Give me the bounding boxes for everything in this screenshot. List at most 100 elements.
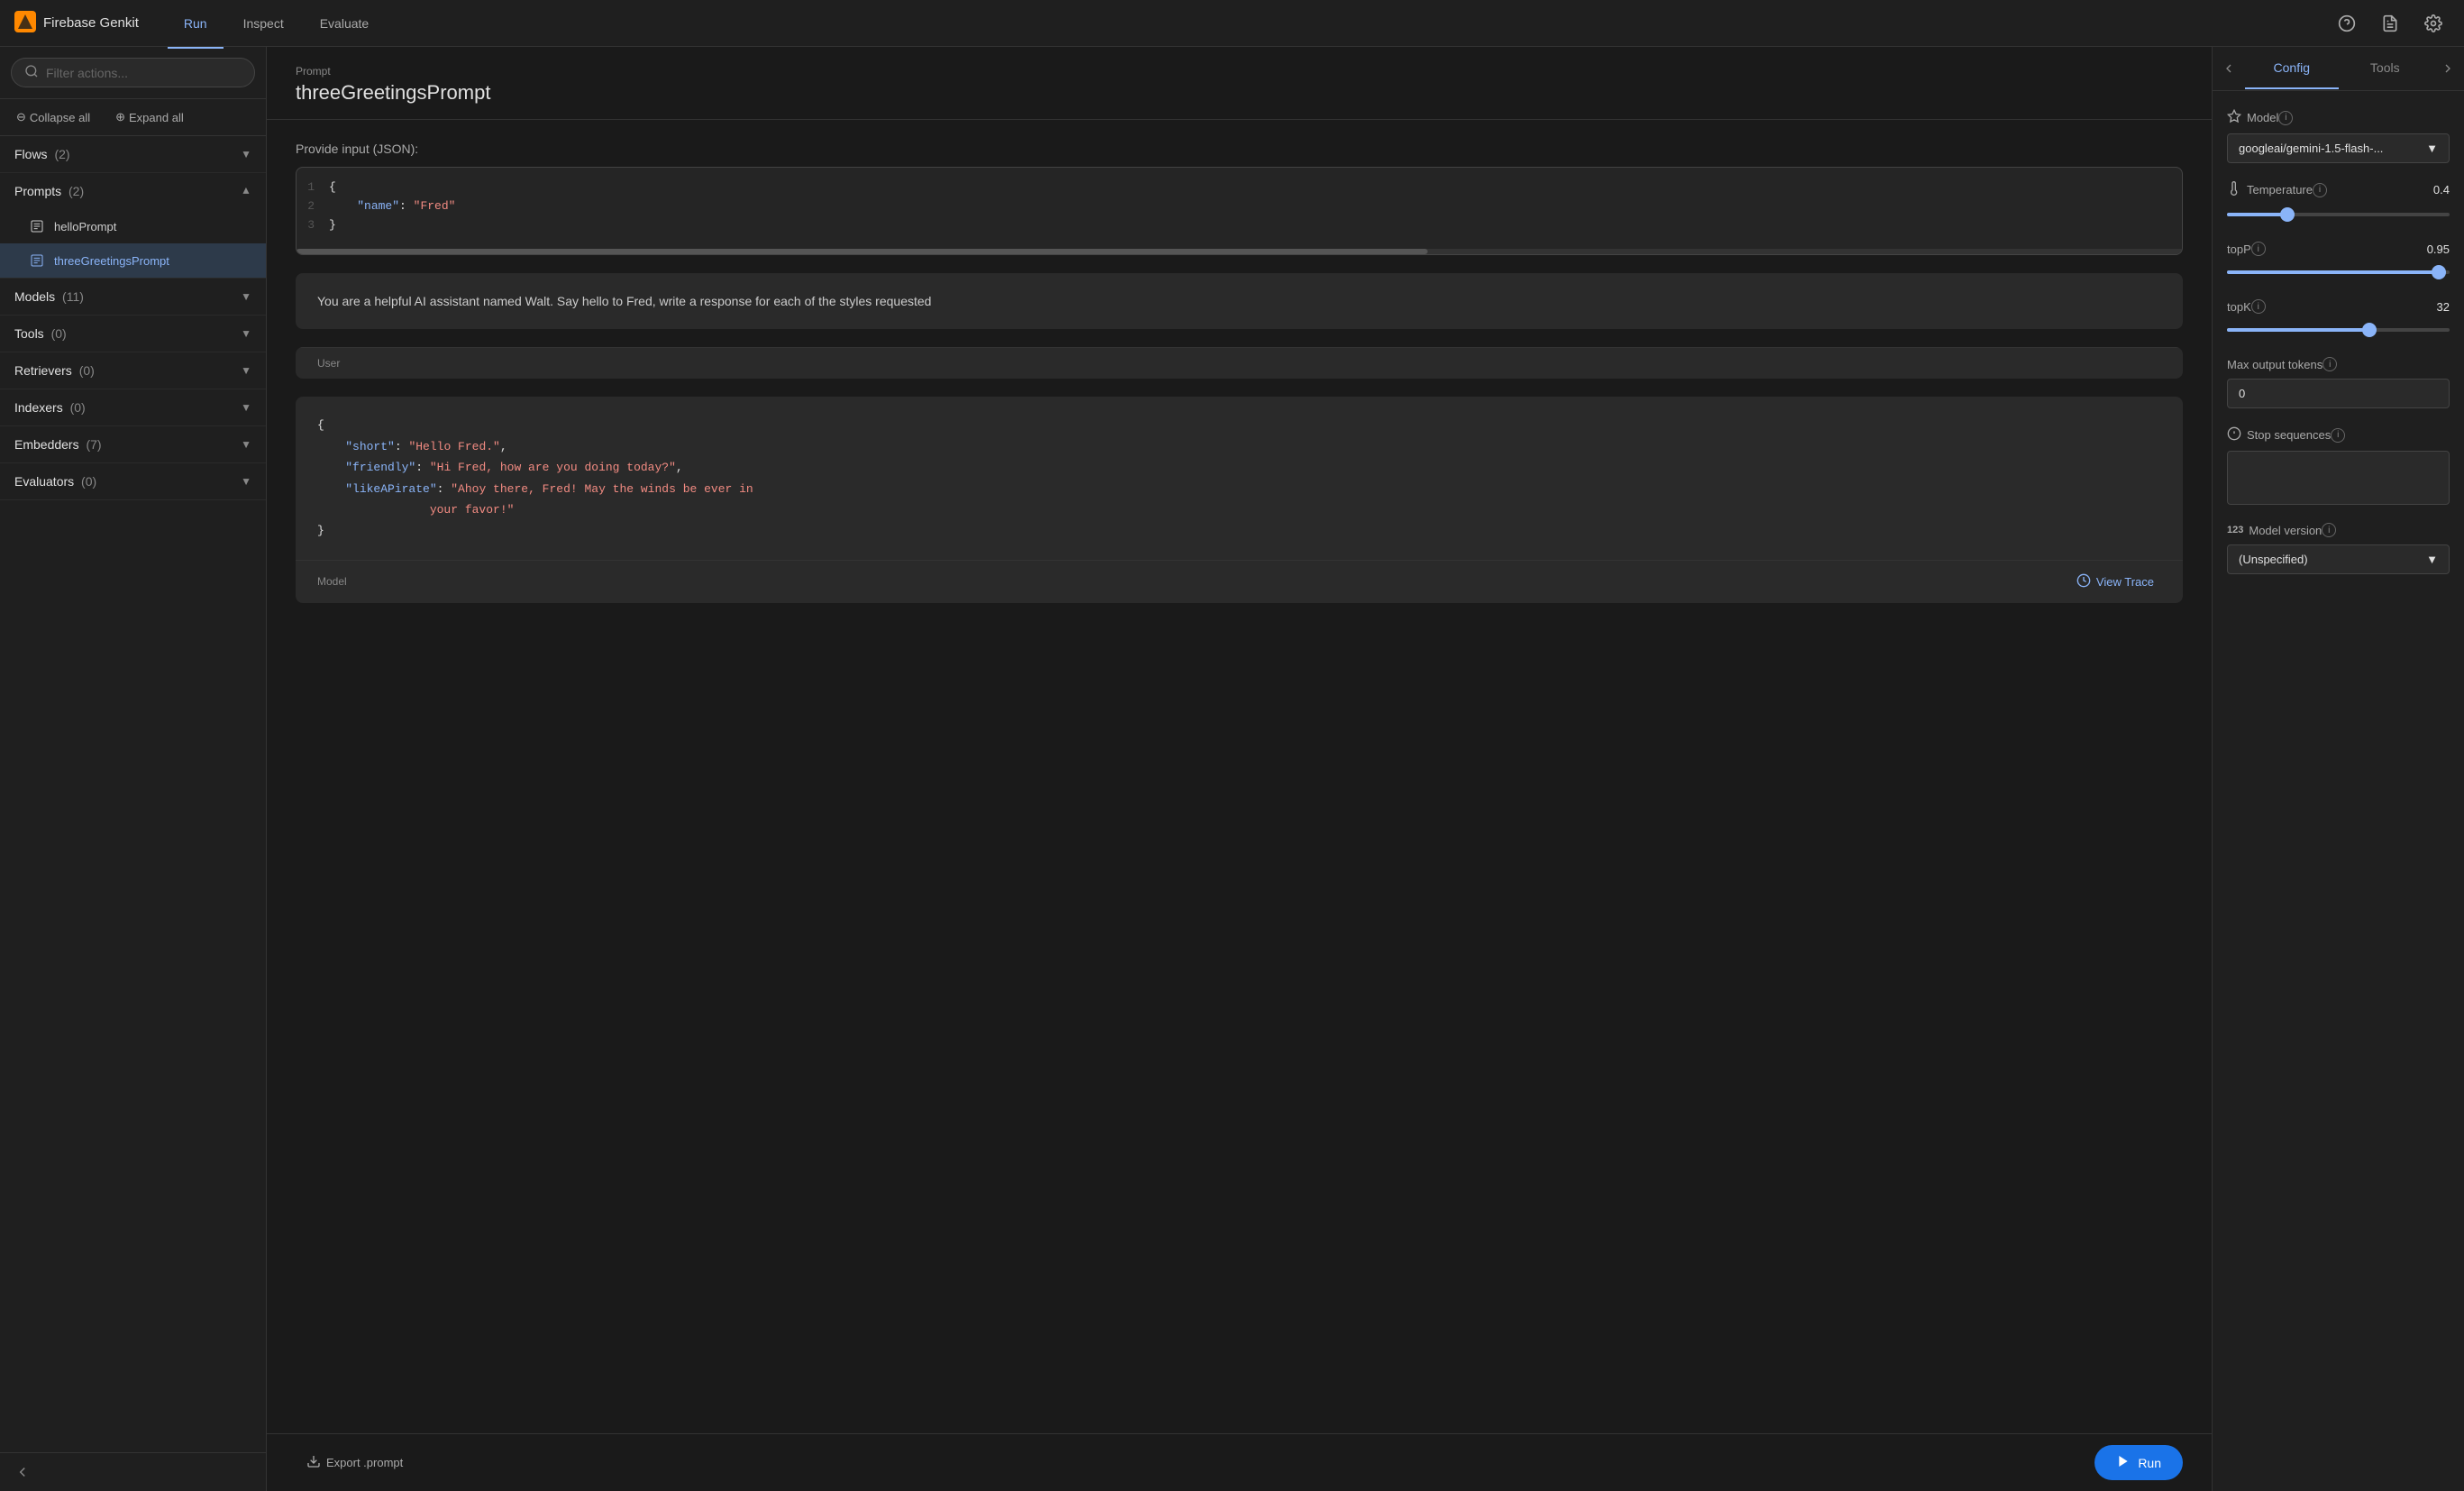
settings-icon[interactable] [2417,7,2450,40]
flows-label: Flows (2) [14,147,70,161]
indexers-section: Indexers (0) ▼ [0,389,266,426]
prompts-header[interactable]: Prompts (2) ▼ [0,173,266,209]
scroll-thumb [297,249,1428,254]
max-tokens-label: Max output tokens [2227,358,2323,371]
panel-tab-tools[interactable]: Tools [2339,48,2432,89]
content-header: Prompt threeGreetingsPrompt [267,47,2212,120]
topk-info-icon[interactable]: i [2251,299,2266,314]
export-icon [306,1454,321,1471]
panel-nav: Config Tools [2213,47,2464,91]
output-footer: Model View Trace [296,560,2183,603]
stop-seq-icon [2227,426,2241,444]
embedders-section: Embedders (7) ▼ [0,426,266,463]
tools-section: Tools (0) ▼ [0,316,266,352]
view-trace-button[interactable]: View Trace [2069,570,2161,594]
retrievers-header[interactable]: Retrievers (0) ▼ [0,352,266,389]
model-version-dropdown-icon: ▼ [2426,553,2438,566]
scroll-bar [297,249,2182,254]
retrievers-section: Retrievers (0) ▼ [0,352,266,389]
stop-sequences-label: Stop sequences [2247,428,2331,442]
embedders-header[interactable]: Embedders (7) ▼ [0,426,266,462]
topp-value: 0.95 [2427,242,2450,256]
search-input[interactable] [46,66,242,80]
expand-all-button[interactable]: ⊕ Expand all [110,106,189,128]
sidebar-collapse-button[interactable] [0,1452,266,1491]
temperature-field-row: Temperature i 0.4 [2227,181,2450,198]
sidebar-item-threeGreetingsPrompt[interactable]: threeGreetingsPrompt [0,243,266,278]
content-body: Provide input (JSON): 123 { "name": "Fre… [267,120,2212,1433]
models-section: Models (11) ▼ [0,279,266,316]
temperature-label: Temperature [2247,183,2313,197]
tab-run[interactable]: Run [168,11,224,36]
line-numbers: 123 [307,178,329,238]
topp-info-icon[interactable]: i [2251,242,2266,256]
indexers-chevron: ▼ [241,401,251,414]
stop-sequences-input[interactable] [2227,451,2450,505]
view-trace-label: View Trace [2096,575,2154,589]
user-message-block: User [296,347,2183,379]
model-sparkle-icon [2227,109,2241,126]
search-box[interactable] [11,58,255,87]
run-label: Run [2138,1456,2161,1470]
model-field-row: Model i [2227,109,2450,126]
hello-prompt-label: helloPrompt [54,220,116,233]
model-info-icon[interactable]: i [2278,111,2293,125]
model-version-icon: 123 [2227,525,2243,535]
tools-header[interactable]: Tools (0) ▼ [0,316,266,352]
expand-all-label: Expand all [129,111,184,124]
collapse-all-button[interactable]: ⊖ Collapse all [11,106,96,128]
json-input-editor[interactable]: 123 { "name": "Fred" } [296,167,2183,255]
indexers-header[interactable]: Indexers (0) ▼ [0,389,266,425]
retrievers-chevron: ▼ [241,364,251,377]
run-button[interactable]: Run [2094,1445,2183,1480]
model-field-group: Model i googleai/gemini-1.5-flash-... ▼ [2227,109,2450,163]
model-version-field-group: 123 Model version i (Unspecified) ▼ [2227,523,2450,574]
panel-next-button[interactable] [2432,47,2464,90]
model-version-select[interactable]: (Unspecified) ▼ [2227,544,2450,574]
export-label: Export .prompt [326,1456,403,1469]
max-tokens-input[interactable]: 0 [2227,379,2450,408]
sidebar-controls: ⊖ Collapse all ⊕ Expand all [0,99,266,136]
models-label: Models (11) [14,289,84,304]
docs-icon[interactable] [2374,7,2406,40]
topk-label: topK [2227,300,2251,314]
retrievers-label: Retrievers (0) [14,363,95,378]
temperature-value: 0.4 [2433,183,2450,197]
app-logo: Firebase Genkit [14,11,139,36]
models-header[interactable]: Models (11) ▼ [0,279,266,315]
temperature-info-icon[interactable]: i [2313,183,2327,197]
expand-icon: ⊕ [115,110,125,124]
input-label: Provide input (JSON): [296,142,2183,156]
flows-header[interactable]: Flows (2) ▼ [0,136,266,172]
system-message-block: You are a helpful AI assistant named Wal… [296,273,2183,329]
indexers-label: Indexers (0) [14,400,86,415]
search-icon [24,64,39,81]
topp-slider-container [2227,263,2450,281]
stop-seq-info-icon[interactable]: i [2331,428,2345,443]
export-button[interactable]: Export .prompt [296,1447,414,1478]
model-version-info-icon[interactable]: i [2322,523,2336,537]
prompt-icon [29,218,45,234]
max-tokens-info-icon[interactable]: i [2323,357,2337,371]
app-name: Firebase Genkit [43,15,139,31]
topp-label: topP [2227,242,2251,256]
logo-icon [14,11,36,36]
model-version-select-value: (Unspecified) [2239,553,2308,566]
model-select[interactable]: googleai/gemini-1.5-flash-... ▼ [2227,133,2450,163]
panel-tab-config[interactable]: Config [2245,48,2339,89]
right-panel: Config Tools Model [2212,47,2464,1491]
main-layout: ⊖ Collapse all ⊕ Expand all Flows (2) ▼ [0,47,2464,1491]
three-greetings-label: threeGreetingsPrompt [54,254,169,268]
topp-field-row: topP i 0.95 [2227,242,2450,256]
collapse-icon: ⊖ [16,110,26,124]
evaluators-header[interactable]: Evaluators (0) ▼ [0,463,266,499]
help-icon[interactable] [2331,7,2363,40]
tab-evaluate[interactable]: Evaluate [304,11,385,36]
sidebar-item-helloPrompt[interactable]: helloPrompt [0,209,266,243]
prompts-chevron: ▼ [241,185,251,197]
topk-field-row: topK i 32 [2227,299,2450,314]
panel-prev-button[interactable] [2213,47,2245,90]
output-code-content: { "short": "Hello Fred.", "friendly": "H… [296,397,2183,559]
tab-inspect[interactable]: Inspect [227,11,300,36]
breadcrumb: Prompt [296,65,2183,78]
